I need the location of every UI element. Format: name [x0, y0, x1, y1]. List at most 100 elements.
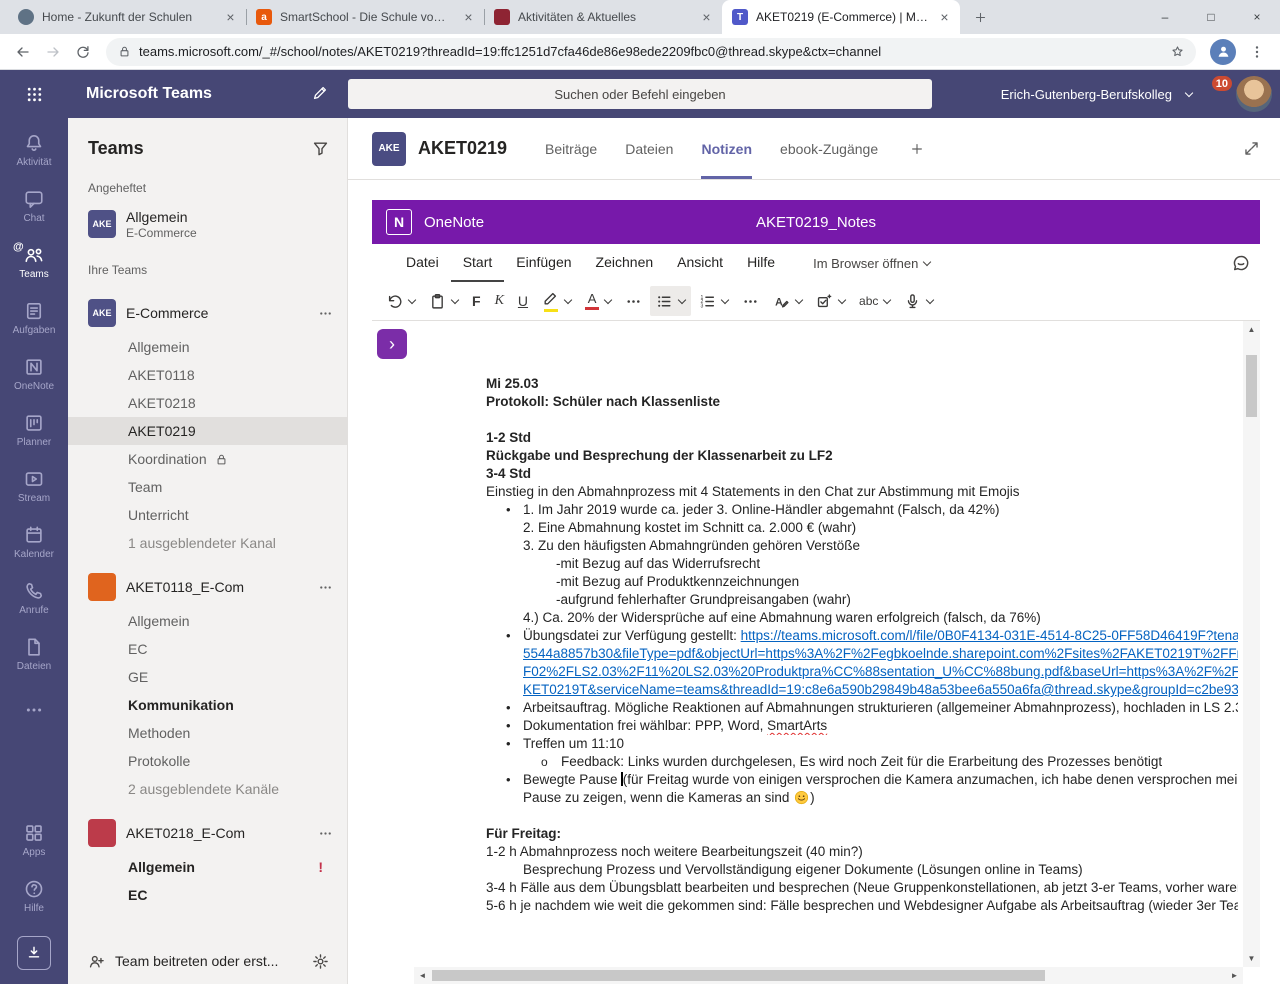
open-in-browser-button[interactable]: Im Browser öffnen	[813, 256, 930, 271]
rail-item-kalender[interactable]: Kalender	[0, 514, 68, 570]
channel-team[interactable]: Team	[68, 473, 347, 501]
browser-tab[interactable]: Aktivitäten & Aktuelles×	[484, 0, 722, 34]
note-line[interactable]: 1-2 Std	[486, 429, 1238, 447]
channel-allgemein[interactable]: Allgemein	[68, 333, 347, 361]
tab-ebook-zug-nge[interactable]: ebook-Zugänge	[780, 118, 878, 179]
channel-kommunikation[interactable]: Kommunikation	[68, 691, 347, 719]
tab-beitr-ge[interactable]: Beiträge	[545, 118, 597, 179]
rail-item-aktivitaet[interactable]: Aktivität	[0, 122, 68, 178]
more-options-icon[interactable]	[318, 306, 333, 321]
browser-menu-button[interactable]	[1242, 37, 1272, 67]
tab-notizen[interactable]: Notizen	[701, 118, 752, 179]
more-formatting-button[interactable]	[619, 286, 648, 316]
font-color-button[interactable]: A	[579, 286, 617, 316]
channel-allgemein[interactable]: Allgemein!	[68, 853, 347, 881]
expand-notebook-nav-button[interactable]: ›	[377, 329, 407, 359]
note-line[interactable]: KET0219T&serviceName=teams&threadId=19:c…	[486, 681, 1238, 699]
file-link[interactable]: F02%2FLS2.03%2F11%20LS2.03%20Produktpra%…	[523, 664, 1238, 679]
note-line[interactable]: Pause zu zeigen, wenn die Kameras an sin…	[486, 789, 1238, 807]
note-line[interactable]: •Bewegte Pause (für Freitag wurde von ei…	[486, 771, 1238, 789]
note-line[interactable]: Besprechung Prozess und Vervollständigun…	[486, 861, 1238, 879]
rail-item-dateien[interactable]: Dateien	[0, 626, 68, 682]
more-options-icon[interactable]	[318, 580, 333, 595]
rail-item-onenote[interactable]: OneNote	[0, 346, 68, 402]
channel-ec[interactable]: EC	[68, 881, 347, 909]
more-lists-button[interactable]	[736, 286, 765, 316]
channel-protokolle[interactable]: Protokolle	[68, 747, 347, 775]
horizontal-scroll-thumb[interactable]	[432, 970, 1045, 981]
note-line[interactable]: oFeedback: Links wurden durchgelesen, Es…	[486, 753, 1238, 771]
channel-ec[interactable]: EC	[68, 635, 347, 663]
menu-start[interactable]: Start	[451, 244, 505, 282]
bookmark-star-icon[interactable]	[1171, 45, 1184, 58]
menu-einf-gen[interactable]: Einfügen	[504, 244, 583, 282]
note-editor[interactable]: › Mi 25.03Protokoll: Schüler nach Klasse…	[372, 320, 1260, 984]
pinned-channel[interactable]: AKEAllgemeinE-Commerce	[68, 201, 347, 247]
menu-hilfe[interactable]: Hilfe	[735, 244, 787, 282]
italic-button[interactable]: K	[489, 286, 510, 316]
horizontal-scrollbar[interactable]: ◄ ►	[414, 967, 1243, 984]
bullet-list-button[interactable]	[650, 286, 691, 316]
tab-dateien[interactable]: Dateien	[625, 118, 673, 179]
new-tab-button[interactable]	[966, 3, 994, 31]
forward-button[interactable]	[38, 37, 68, 67]
menu-datei[interactable]: Datei	[394, 244, 451, 282]
team-row-e-commerce[interactable]: AKEE-Commerce	[68, 293, 347, 333]
note-line[interactable]: 4.) Ca. 20% der Widersprüche auf eine Ab…	[486, 609, 1238, 627]
channel-koordination[interactable]: Koordination	[68, 445, 347, 473]
scroll-down-arrow[interactable]: ▼	[1243, 950, 1260, 967]
command-search-box[interactable]	[348, 79, 932, 109]
channel-unterricht[interactable]: Unterricht	[68, 501, 347, 529]
note-line[interactable]: 3-4 h Fälle aus dem Übungsblatt bearbeit…	[486, 879, 1238, 897]
channel-2-ausgeblendete-kan-le[interactable]: 2 ausgeblendete Kanäle	[68, 775, 347, 803]
highlighter-button[interactable]	[536, 286, 577, 316]
org-switcher[interactable]: Erich-Gutenberg-Berufskolleg	[1001, 70, 1192, 118]
join-team-label[interactable]: Team beitreten oder erst...	[115, 953, 278, 969]
channel-1-ausgeblendeter-kanal[interactable]: 1 ausgeblendeter Kanal	[68, 529, 347, 557]
browser-tab[interactable]: aSmartSchool - Die Schule von m...×	[246, 0, 484, 34]
channel-aket0219[interactable]: AKET0219	[68, 417, 347, 445]
note-line[interactable]: 3. Zu den häufigsten Abmahngründen gehör…	[486, 537, 1238, 555]
rail-item-teams[interactable]: @Teams	[0, 234, 68, 290]
address-bar[interactable]	[106, 38, 1196, 66]
note-line[interactable]: •Übungsdatei zur Verfügung gestellt: htt…	[486, 627, 1238, 645]
note-line[interactable]: Einstieg in den Abmahnprozess mit 4 Stat…	[486, 483, 1238, 501]
dictate-button[interactable]	[898, 286, 939, 316]
rail-item-anrufe[interactable]: Anrufe	[0, 570, 68, 626]
rail-item-planner[interactable]: Planner	[0, 402, 68, 458]
note-line[interactable]: F02%2FLS2.03%2F11%20LS2.03%20Produktpra%…	[486, 663, 1238, 681]
note-line[interactable]: Protokoll: Schüler nach Klassenliste	[486, 393, 1238, 411]
back-button[interactable]	[8, 37, 38, 67]
todo-tag-button[interactable]	[810, 286, 851, 316]
vertical-scroll-thumb[interactable]	[1246, 355, 1257, 417]
note-line[interactable]	[486, 411, 1238, 429]
file-link[interactable]: 5544a8857b30&fileType=pdf&objectUrl=http…	[523, 646, 1238, 661]
minimize-button[interactable]: –	[1142, 0, 1188, 34]
numbered-list-button[interactable]: 123	[693, 286, 734, 316]
note-line[interactable]: •Dokumentation frei wählbar: PPP, Word, …	[486, 717, 1238, 735]
channel-aket0118[interactable]: AKET0118	[68, 361, 347, 389]
bold-button[interactable]: F	[466, 286, 487, 316]
note-line[interactable]: •1. Im Jahr 2019 wurde ca. jeder 3. Onli…	[486, 501, 1238, 519]
expand-tab-icon[interactable]	[1243, 140, 1260, 157]
channel-ge[interactable]: GE	[68, 663, 347, 691]
paste-button[interactable]	[423, 286, 464, 316]
rail-item-aufgaben[interactable]: Aufgaben	[0, 290, 68, 346]
note-line[interactable]: •Treffen um 11:10	[486, 735, 1238, 753]
proofing-button[interactable]: abc	[853, 286, 896, 316]
more-options-icon[interactable]	[318, 826, 333, 841]
note-line[interactable]: -aufgrund fehlerhafter Grundpreisangaben…	[486, 591, 1238, 609]
rail-item-more[interactable]	[0, 682, 68, 738]
close-window-button[interactable]: ×	[1234, 0, 1280, 34]
note-line[interactable]	[486, 807, 1238, 825]
file-link[interactable]: https://teams.microsoft.com/l/file/0B0F4…	[741, 628, 1238, 643]
feedback-icon[interactable]	[1232, 254, 1250, 272]
note-line[interactable]: 1-2 h Abmahnprozess noch weitere Bearbei…	[486, 843, 1238, 861]
team-row-aket0118-e-com[interactable]: AKET0118_E-Com	[68, 567, 347, 607]
app-launcher-button[interactable]	[0, 70, 68, 118]
note-line[interactable]: 3-4 Std	[486, 465, 1238, 483]
channel-allgemein[interactable]: Allgemein	[68, 607, 347, 635]
menu-zeichnen[interactable]: Zeichnen	[584, 244, 666, 282]
add-channel-tab-icon[interactable]	[910, 142, 924, 156]
undo-button[interactable]	[380, 286, 421, 316]
